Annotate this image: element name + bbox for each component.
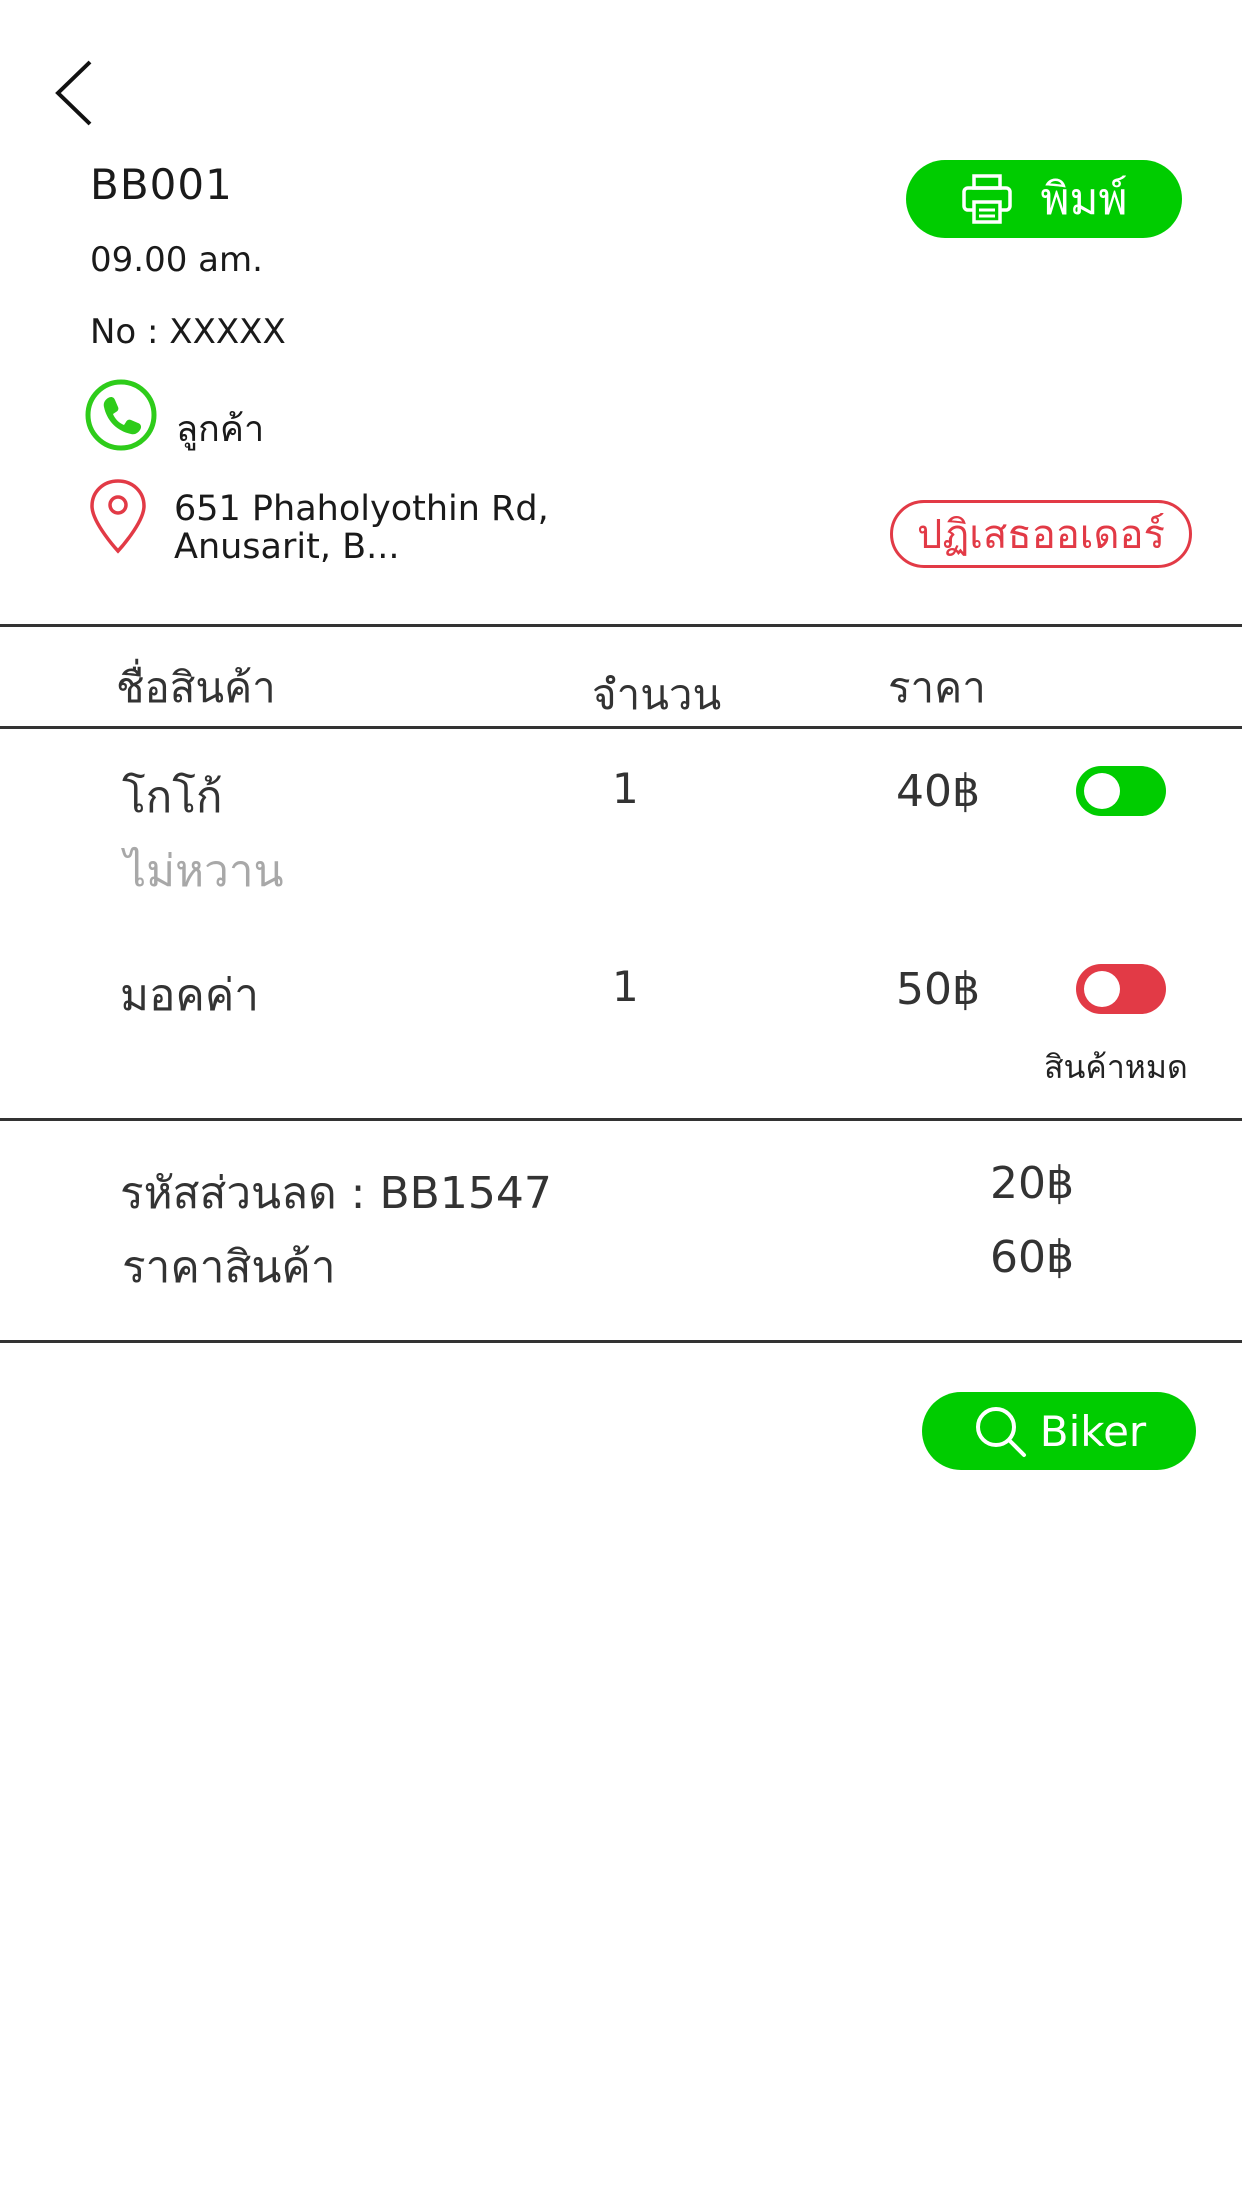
item-price: 40฿ (896, 766, 980, 817)
find-biker-button[interactable]: Biker (922, 1392, 1196, 1470)
print-button[interactable]: พิมพ์ (906, 160, 1182, 238)
column-header-qty: จำนวน (592, 670, 722, 719)
subtotal-label: ราคาสินค้า (122, 1242, 336, 1293)
toggle-knob (1084, 971, 1120, 1007)
item-qty: 1 (612, 764, 639, 813)
item-price: 50฿ (896, 964, 980, 1015)
chevron-left-icon (55, 60, 92, 126)
customer-label: ลูกค้า (176, 409, 265, 450)
delivery-address: 651 Phaholyothin Rd, Anusarit, B... (174, 490, 549, 566)
order-id: BB001 (90, 160, 233, 209)
biker-label: Biker (1039, 1406, 1147, 1456)
availability-toggle-off[interactable] (1076, 964, 1166, 1014)
toggle-knob (1084, 773, 1120, 809)
divider-items (0, 1118, 1242, 1121)
column-header-price: ราคา (888, 663, 986, 712)
column-header-name: ชื่อสินค้า (116, 663, 276, 712)
subtotal-value: 60฿ (990, 1232, 1074, 1283)
printer-icon (962, 174, 1013, 224)
item-name: มอคค่า (120, 970, 260, 1021)
back-button[interactable] (52, 58, 96, 128)
address-line-1: 651 Phaholyothin Rd, (174, 489, 549, 529)
discount-code-label: รหัสส่วนลด : BB1547 (120, 1168, 552, 1219)
divider-top (0, 624, 1242, 627)
availability-toggle-on[interactable] (1076, 766, 1166, 816)
order-time: 09.00 am. (90, 240, 263, 280)
reject-order-button[interactable]: ปฏิเสธออเดอร์ (890, 500, 1192, 568)
print-label: พิมพ์ (1040, 174, 1128, 225)
discount-value: 20฿ (990, 1158, 1074, 1209)
item-note: ไม่หวาน (124, 846, 284, 897)
search-icon (975, 1407, 1026, 1457)
phone-icon[interactable] (84, 378, 158, 452)
map-pin-icon (88, 477, 148, 555)
out-of-stock-label: สินค้าหมด (1044, 1048, 1188, 1086)
divider-header (0, 726, 1242, 729)
divider-summary (0, 1340, 1242, 1343)
order-number: No : XXXXX (90, 312, 286, 352)
item-name: โกโก้ (122, 772, 223, 823)
item-qty: 1 (612, 962, 639, 1011)
address-line-2: Anusarit, B... (174, 527, 400, 567)
